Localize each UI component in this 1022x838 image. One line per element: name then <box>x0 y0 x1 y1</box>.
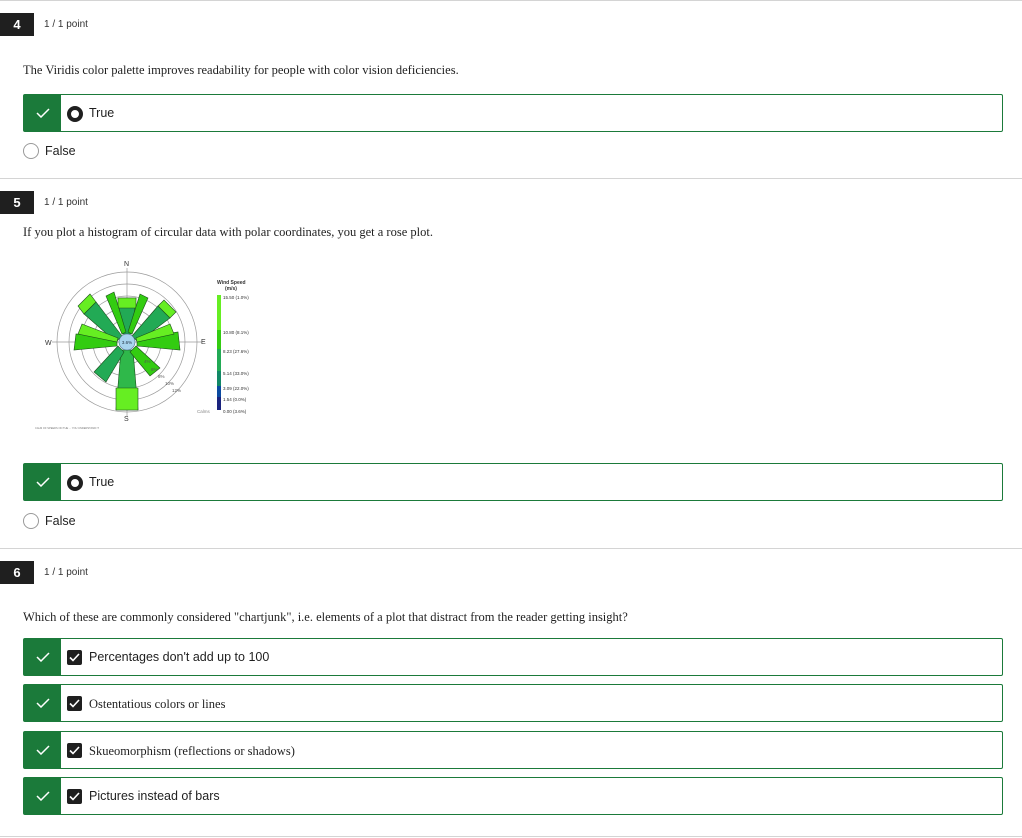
question-points: 1 / 1 point <box>44 19 88 30</box>
legend-swatch <box>217 397 221 410</box>
answer-option-true-selected[interactable]: True <box>23 463 1003 501</box>
ring-label: 6% <box>151 367 158 372</box>
legend-entry: 0.00 (3.6%) <box>223 409 247 414</box>
question-number-badge: 6 <box>0 561 34 584</box>
correct-check-icon <box>24 732 61 768</box>
separator <box>0 0 1022 1</box>
legend-entry: 3.09 (22.0%) <box>223 386 249 391</box>
radio-unselected-icon[interactable] <box>23 513 39 529</box>
answer-label: Percentages don't add up to 100 <box>89 650 270 664</box>
answer-option-checked[interactable]: Pictures instead of bars <box>23 777 1003 815</box>
legend-swatch <box>217 330 221 349</box>
answer-option-checked[interactable]: Skueomorphism (reflections or shadows) <box>23 731 1003 769</box>
legend-calms: Calms <box>197 409 211 414</box>
ring-label: 8% <box>158 374 165 379</box>
legend-swatch <box>217 295 221 330</box>
legend-entry: 15.50 (1.0%) <box>223 295 249 300</box>
rose-calm-center: 3.6% <box>122 340 132 345</box>
checkbox-checked-icon[interactable] <box>67 650 82 665</box>
answer-option-checked[interactable]: Percentages don't add up to 100 <box>23 638 1003 676</box>
question-number-badge: 4 <box>0 13 34 36</box>
ring-label: 4% <box>144 359 151 364</box>
question-prompt: Which of these are commonly considered "… <box>23 610 628 624</box>
legend-swatch <box>217 386 221 397</box>
answer-label: Pictures instead of bars <box>89 789 220 803</box>
legend-color-bar <box>217 295 221 410</box>
radio-unselected-icon[interactable] <box>23 143 39 159</box>
legend-entry: 10.80 (8.1%) <box>223 330 249 335</box>
separator <box>0 548 1022 549</box>
correct-check-icon <box>24 639 61 675</box>
answer-option-checked[interactable]: Ostentatious colors or lines <box>23 684 1003 722</box>
question-prompt: The Viridis color palette improves reada… <box>23 63 459 77</box>
correct-check-icon <box>24 95 61 131</box>
figure-footer: CALM OF SPEEDS ON THE ... YOU UNDERSTAND… <box>35 426 99 430</box>
checkbox-checked-icon[interactable] <box>67 789 82 804</box>
legend-entry: 1.54 (0.0%) <box>223 397 247 402</box>
wind-rose-image: 3.6% N E S W 4% 6% 8% 10% 12% Wind Speed… <box>35 261 249 430</box>
legend-swatch <box>217 371 221 386</box>
compass-w: W <box>45 340 52 347</box>
separator <box>0 178 1022 179</box>
legend-unit: (m/s) <box>225 286 237 292</box>
legend-entry: 5.14 (33.0%) <box>223 371 249 376</box>
compass-e: E <box>201 339 206 346</box>
legend-entry: 8.23 (27.6%) <box>223 349 249 354</box>
compass-n: N <box>124 261 129 268</box>
answer-option-true-selected[interactable]: True <box>23 94 1003 132</box>
answer-label: True <box>89 106 115 120</box>
legend-swatch <box>217 349 221 371</box>
radio-selected-icon[interactable] <box>67 106 83 122</box>
answer-label: Ostentatious colors or lines <box>89 697 226 711</box>
question-points: 1 / 1 point <box>44 567 88 578</box>
separator <box>0 836 1022 837</box>
compass-s: S <box>124 416 129 423</box>
answer-label: False <box>45 144 76 158</box>
correct-check-icon <box>24 778 61 814</box>
question-points: 1 / 1 point <box>44 197 88 208</box>
correct-check-icon <box>24 685 61 721</box>
question-number-badge: 5 <box>0 191 34 214</box>
ring-label: 10% <box>165 381 174 386</box>
radio-selected-icon[interactable] <box>67 475 83 491</box>
checkbox-checked-icon[interactable] <box>67 743 82 758</box>
answer-label: Skueomorphism (reflections or shadows) <box>89 744 295 758</box>
answer-label: False <box>45 514 76 528</box>
checkbox-checked-icon[interactable] <box>67 696 82 711</box>
wind-rose-figure: 3.6% N E S W 4% 6% 8% 10% 12% Wind Speed… <box>30 258 280 438</box>
question-prompt: If you plot a histogram of circular data… <box>23 225 433 239</box>
answer-label: True <box>89 475 115 489</box>
correct-check-icon <box>24 464 61 500</box>
ring-label: 12% <box>172 388 181 393</box>
